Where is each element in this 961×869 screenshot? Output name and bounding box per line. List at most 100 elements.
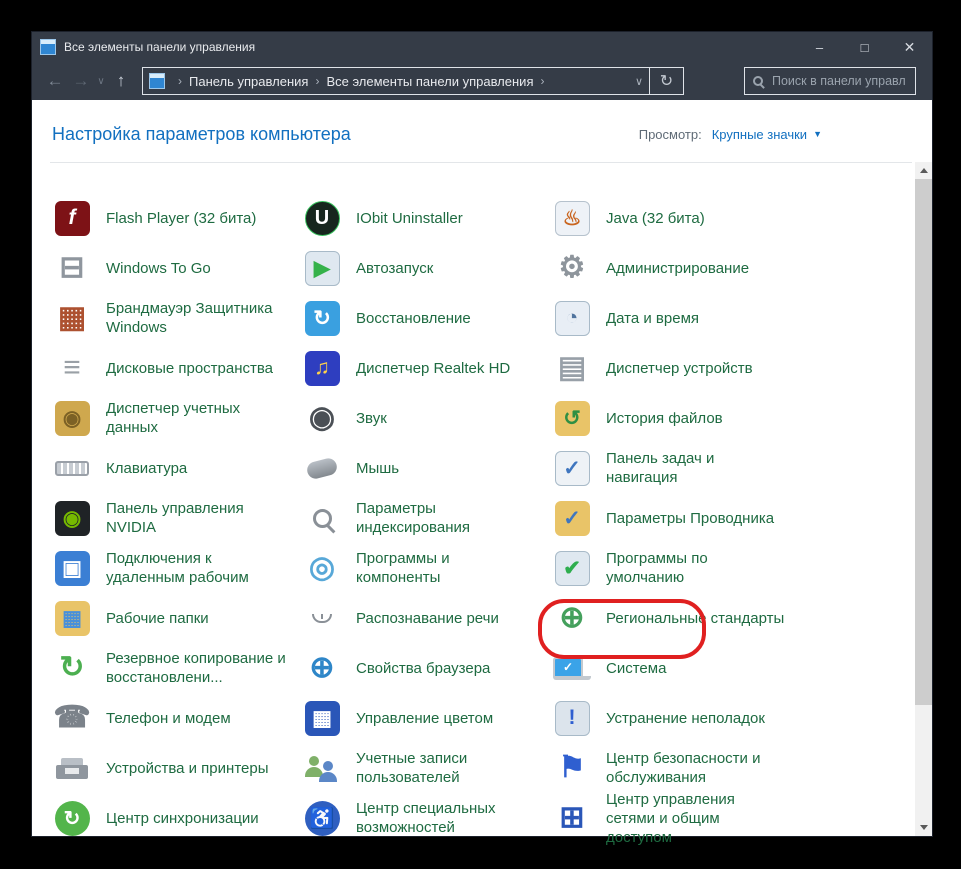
control-panel-item[interactable]: ◔Дата и время [552,293,802,343]
control-panel-item[interactable]: ▶ Автозапуск [302,243,552,293]
control-panel-item[interactable]: ▣Подключения к удаленным рабочим [52,543,302,593]
refresh-button[interactable]: ↻ [650,67,684,95]
control-panel-item[interactable]: ⚙Администрирование [552,243,802,293]
ease-of-access-center-icon: ♿ [302,798,342,838]
control-panel-item[interactable]: ▦Рабочие папки [52,593,302,643]
vertical-scrollbar[interactable] [915,162,932,836]
item-label: Программы по умолчанию [606,549,788,587]
java-icon: ♨ [552,198,592,238]
item-label: Flash Player (32 бита) [106,209,256,228]
storage-spaces-icon: ≡ [52,348,92,388]
control-panel-item[interactable]: ↺История файлов [552,393,802,443]
chevron-down-icon: ▼ [813,129,822,139]
scrollbar-thumb[interactable] [915,179,932,705]
control-panel-item[interactable]: ⚑Центр безопасности и обслуживания [552,743,802,793]
search-box[interactable] [744,67,916,95]
close-button[interactable]: ✕ [887,32,932,62]
devices-and-printers-icon [52,748,92,788]
control-panel-item[interactable]: ✓Панель задач и навигация [552,443,802,493]
scroll-up-icon[interactable] [915,162,932,179]
control-panel-item[interactable]: ↻Резервное копирование и восстановлени..… [52,643,302,693]
security-and-maintenance-icon: ⚑ [552,748,592,788]
control-panel-items-grid: fFlash Player (32 бита)UIObit Uninstalle… [52,193,932,843]
breadcrumb-all-items[interactable]: Все элементы панели управления [326,74,533,89]
user-accounts-icon [302,748,342,788]
item-label: Диспетчер устройств [606,359,753,378]
troubleshooting-icon: ! [552,698,592,738]
control-panel-item[interactable]: Учетные записи пользователей [302,743,552,793]
item-label: Java (32 бита) [606,209,705,228]
item-label: Администрирование [606,259,749,278]
control-panel-item[interactable]: ⊕Свойства браузера [302,643,552,693]
control-panel-item[interactable]: fFlash Player (32 бита) [52,193,302,243]
item-label: Рабочие папки [106,609,209,628]
maximize-button[interactable]: □ [842,32,887,62]
history-dropdown-icon[interactable]: ∨ [94,76,108,87]
control-panel-item[interactable]: ◉Звук [302,393,552,443]
search-icon [753,76,763,86]
control-panel-item[interactable]: ◎Программы и компоненты [302,543,552,593]
control-panel-item[interactable]: Параметры индексирования [302,493,552,543]
control-panel-item[interactable]: ♨ Java (32 бита) [552,193,802,243]
search-input[interactable] [770,73,907,89]
control-panel-item[interactable]: !Устранение неполадок [552,693,802,743]
address-bar[interactable]: › Панель управления › Все элементы панел… [142,67,650,95]
view-value[interactable]: Крупные значки [712,127,807,142]
control-panel-item[interactable]: Клавиатура [52,443,302,493]
nvidia-control-panel-icon: ◉ [52,498,92,538]
item-label: Телефон и модем [106,709,231,728]
forward-icon[interactable]: → [68,71,94,91]
control-panel-item[interactable]: Распознавание речи [302,593,552,643]
autoplay-icon: ▶ [302,248,342,288]
control-panel-item[interactable]: Мышь [302,443,552,493]
control-panel-item[interactable]: UIObit Uninstaller [302,193,552,243]
control-panel-item[interactable]: Устройства и принтеры [52,743,302,793]
item-label: Центр специальных возможностей [356,799,538,837]
control-panel-item[interactable]: ▦Управление цветом [302,693,552,743]
control-panel-item[interactable]: ↻Восстановление [302,293,552,343]
control-panel-item[interactable]: ✔Программы по умолчанию [552,543,802,593]
breadcrumb-separator: › [540,74,544,88]
item-label: Дисковые пространства [106,359,273,378]
control-panel-item[interactable]: ♫Диспетчер Realtek HD [302,343,552,393]
view-selector[interactable]: Просмотр: Крупные значки ▼ [639,127,822,142]
titlebar[interactable]: Все элементы панели управления – □ ✕ [32,32,932,62]
control-panel-small-icon [149,73,165,89]
minimize-button[interactable]: – [797,32,842,62]
network-and-sharing-center-icon: ⊞ [552,798,592,838]
control-panel-item[interactable]: ♿ Центр специальных возможностей [302,793,552,843]
windows-to-go-icon: ⊟ [52,248,92,288]
control-panel-item[interactable]: ↻Центр синхронизации [52,793,302,843]
control-panel-item[interactable]: ⊞Центр управления сетями и общим доступо… [552,793,802,843]
control-panel-item[interactable]: ☎Телефон и модем [52,693,302,743]
address-dropdown-icon[interactable]: ∨ [635,75,643,88]
backup-and-restore-icon: ↻ [52,648,92,688]
device-manager-icon: ▤ [552,348,592,388]
item-label: Восстановление [356,309,471,328]
item-label: Звук [356,409,387,428]
control-panel-item[interactable]: ⊕Региональные стандарты [552,593,802,643]
control-panel-item[interactable]: ⊟Windows To Go [52,243,302,293]
control-panel-item[interactable]: ◉Диспетчер учетных данных [52,393,302,443]
items-area: fFlash Player (32 бита)UIObit Uninstalle… [32,163,932,843]
scroll-down-icon[interactable] [915,819,932,836]
control-panel-item[interactable]: ≡ Дисковые пространства [52,343,302,393]
breadcrumb-separator: › [315,74,319,88]
back-icon[interactable]: ← [42,71,68,91]
programs-and-features-icon: ◎ [302,548,342,588]
control-panel-item[interactable]: ✓Параметры Проводника [552,493,802,543]
control-panel-item[interactable]: ▦Брандмауэр Защитника Windows [52,293,302,343]
file-history-icon: ↺ [552,398,592,438]
item-label: Дата и время [606,309,699,328]
item-label: Автозапуск [356,259,433,278]
up-icon[interactable]: ↑ [108,71,134,91]
breadcrumb-control-panel[interactable]: Панель управления [189,74,308,89]
view-label: Просмотр: [639,127,702,142]
remote-desktop-connections-icon: ▣ [52,548,92,588]
credential-manager-icon: ◉ [52,398,92,438]
control-panel-item[interactable]: ✓Система [552,643,802,693]
control-panel-item[interactable]: ▤ Диспетчер устройств [552,343,802,393]
control-panel-item[interactable]: ◉Панель управления NVIDIA [52,493,302,543]
item-label: Панель задач и навигация [606,449,788,487]
iobit-uninstaller-icon: U [302,198,342,238]
